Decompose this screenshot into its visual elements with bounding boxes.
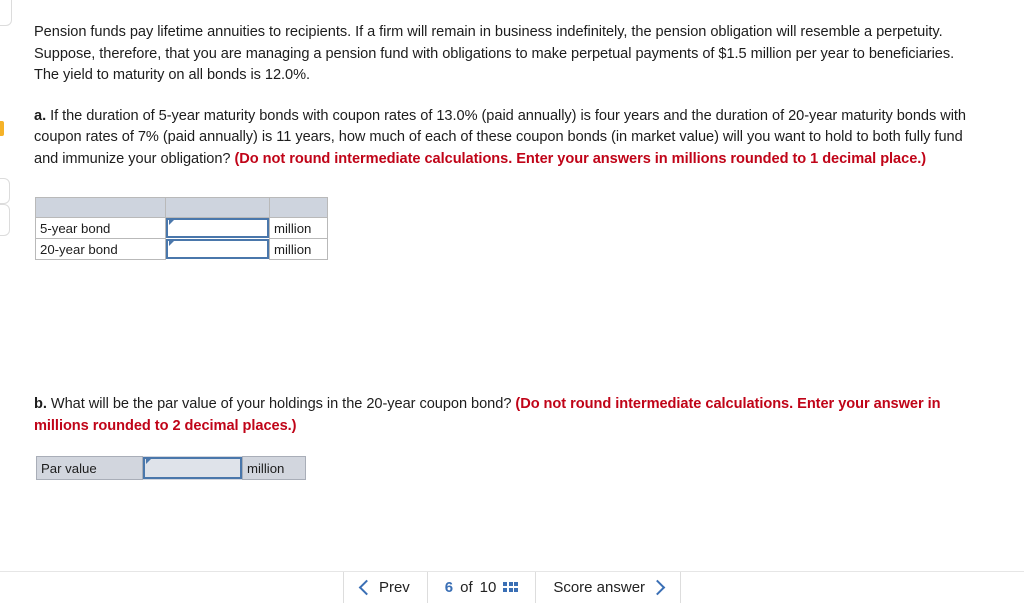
table-row: 20-year bond million bbox=[35, 238, 328, 260]
row-label-par-value: Par value bbox=[36, 456, 143, 480]
footer-navigation-bar: Prev 6 of 10 Score answer bbox=[0, 572, 1024, 603]
left-edge-card-bottom bbox=[0, 204, 10, 236]
row-input-cell-5-year-bond bbox=[165, 217, 270, 239]
answer-table-part-b: Par value million bbox=[36, 456, 306, 480]
current-page-number: 6 bbox=[444, 579, 454, 596]
score-answer-button[interactable]: Score answer bbox=[536, 572, 680, 603]
footer-inner: Prev 6 of 10 Score answer bbox=[342, 572, 682, 603]
left-edge-card-top bbox=[0, 0, 12, 26]
table-header-row bbox=[35, 197, 328, 218]
input-box-par-value[interactable] bbox=[143, 457, 242, 479]
intro-paragraph: Pension funds pay lifetime annuities to … bbox=[34, 24, 955, 83]
row-input-cell-20-year-bond bbox=[165, 238, 270, 260]
part-b-label: b. bbox=[34, 396, 47, 412]
part-a-label: a. bbox=[34, 107, 47, 124]
row-unit-par-value: million bbox=[242, 456, 306, 480]
input-box-20-year-bond[interactable] bbox=[166, 239, 269, 259]
row-unit-5-year-bond: million bbox=[269, 217, 328, 239]
total-page-number: 10 bbox=[479, 579, 497, 596]
row-input-cell-par-value bbox=[142, 456, 243, 480]
prev-question-button[interactable]: Prev bbox=[344, 572, 427, 603]
left-edge-highlight-marker bbox=[0, 121, 4, 136]
footer-separator bbox=[680, 572, 682, 603]
grid-icon[interactable] bbox=[503, 582, 519, 593]
part-a-note: (Do not round intermediate calculations.… bbox=[234, 150, 927, 167]
question-pager[interactable]: 6 of 10 bbox=[428, 572, 536, 603]
row-unit-20-year-bond: million bbox=[269, 238, 328, 260]
prev-button-label: Prev bbox=[378, 579, 410, 596]
part-b-body: b. What will be the par value of your ho… bbox=[34, 394, 980, 437]
chevron-left-icon bbox=[358, 579, 375, 596]
chevron-right-icon bbox=[649, 579, 666, 596]
score-answer-label: Score answer bbox=[553, 579, 646, 596]
pager-of-label: of bbox=[460, 579, 473, 596]
left-edge-card-middle bbox=[0, 178, 10, 204]
answer-input-20-year-bond[interactable] bbox=[175, 241, 268, 259]
part-a-paragraph: a. If the duration of 5-year maturity bo… bbox=[34, 106, 980, 171]
input-box-5-year-bond[interactable] bbox=[166, 218, 269, 239]
table-header-cell-label bbox=[35, 197, 166, 218]
answer-input-par-value[interactable] bbox=[152, 459, 241, 477]
part-b-text: What will be the par value of your holdi… bbox=[46, 396, 516, 412]
row-label-20-year-bond: 20-year bond bbox=[35, 238, 166, 260]
answer-table-part-a: 5-year bond million 20-year bond million bbox=[35, 197, 328, 260]
part-b-paragraph: b. What will be the par value of your ho… bbox=[34, 394, 980, 437]
table-row: 5-year bond million bbox=[35, 217, 328, 239]
table-row: Par value million bbox=[36, 456, 306, 480]
row-label-5-year-bond: 5-year bond bbox=[35, 217, 166, 239]
table-header-cell-value bbox=[165, 197, 270, 218]
answer-input-5-year-bond[interactable] bbox=[175, 220, 268, 239]
table-header-cell-unit bbox=[269, 197, 328, 218]
question-body: Pension funds pay lifetime annuities to … bbox=[34, 22, 980, 170]
